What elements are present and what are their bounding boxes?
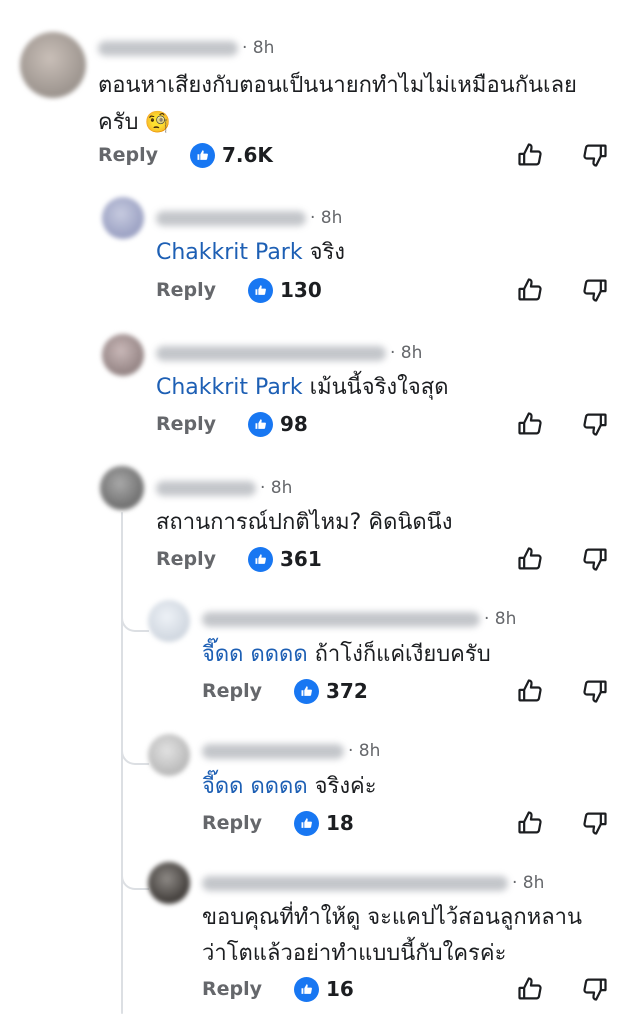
- author-name[interactable]: [156, 210, 306, 226]
- comment-text: ตอนหาเสียงกับตอนเป็นนายกทำไมไม่เหมือนกัน…: [98, 68, 577, 141]
- thumbs-up-badge-icon: [248, 411, 273, 437]
- thumbs-down-outline-icon[interactable]: [581, 276, 609, 304]
- thumbs-up-badge-icon: [248, 277, 273, 303]
- reply-button[interactable]: Reply: [156, 409, 216, 439]
- thread-branch: [121, 870, 149, 890]
- author-name[interactable]: [98, 40, 238, 56]
- monocle-face-emoji: 🧐: [144, 110, 171, 134]
- mention-link[interactable]: จี๊ดด ดดดด: [202, 774, 308, 799]
- thumbs-up-badge-icon: [294, 810, 319, 836]
- thread-branch: [121, 745, 149, 765]
- reply-button[interactable]: Reply: [202, 808, 262, 838]
- thumbs-down-outline-icon[interactable]: [581, 677, 609, 705]
- thumbs-down-outline-icon[interactable]: [581, 975, 609, 1003]
- thumbs-up-badge-icon: [248, 546, 273, 572]
- avatar[interactable]: [102, 197, 144, 239]
- mention-link[interactable]: จี๊ดด ดดดด: [202, 642, 308, 667]
- reply-button[interactable]: Reply: [202, 974, 262, 1004]
- reply-button[interactable]: Reply: [156, 544, 216, 574]
- comment-time[interactable]: · 8h: [260, 478, 292, 498]
- thumbs-down-outline-icon[interactable]: [581, 545, 609, 573]
- thumbs-up-outline-icon[interactable]: [516, 141, 544, 169]
- avatar[interactable]: [20, 32, 86, 98]
- mention-link[interactable]: Chakkrit Park: [156, 375, 303, 400]
- avatar[interactable]: [148, 734, 190, 776]
- thumbs-down-outline-icon[interactable]: [581, 141, 609, 169]
- avatar[interactable]: [100, 466, 144, 510]
- avatar[interactable]: [148, 600, 190, 642]
- comment-text: จี๊ดด ดดดด ถ้าโง่ก็แค่เงียบครับ: [202, 642, 491, 667]
- thumbs-up-outline-icon[interactable]: [516, 677, 544, 705]
- comment-time[interactable]: · 8h: [484, 609, 516, 629]
- comment-text: Chakkrit Park เม้นนี้จริงใจสุด: [156, 375, 449, 400]
- thumbs-up-outline-icon[interactable]: [516, 545, 544, 573]
- reaction-count[interactable]: 16: [294, 974, 354, 1004]
- thumbs-up-badge-icon: [294, 678, 319, 704]
- comment-text: ขอบคุณที่ทำให้ดู จะแคปไว้สอนลูกหลาน ว่าโ…: [202, 905, 583, 966]
- mention-link[interactable]: Chakkrit Park: [156, 240, 303, 265]
- comment-time[interactable]: · 8h: [242, 38, 274, 58]
- author-name[interactable]: [202, 743, 344, 759]
- avatar[interactable]: [102, 334, 144, 376]
- comment-time[interactable]: · 8h: [512, 873, 544, 893]
- reaction-count[interactable]: 7.6K: [190, 140, 273, 170]
- reply-button[interactable]: Reply: [156, 275, 216, 305]
- comment-text: สถานการณ์ปกติไหม? คิดนิดนึง: [156, 510, 453, 535]
- thread-branch: [121, 612, 149, 632]
- comment-time[interactable]: · 8h: [310, 208, 342, 228]
- avatar[interactable]: [148, 862, 190, 904]
- thumbs-up-outline-icon[interactable]: [516, 975, 544, 1003]
- thumbs-up-outline-icon[interactable]: [516, 276, 544, 304]
- comment-time[interactable]: · 8h: [348, 741, 380, 761]
- author-name[interactable]: [202, 875, 508, 891]
- comment-text: จี๊ดด ดดดด จริงค่ะ: [202, 774, 377, 799]
- comment-text: Chakkrit Park จริง: [156, 240, 346, 265]
- author-name[interactable]: [202, 611, 480, 627]
- author-name[interactable]: [156, 480, 256, 496]
- thread-line: [121, 512, 123, 1014]
- comment-time[interactable]: · 8h: [390, 343, 422, 363]
- thumbs-down-outline-icon[interactable]: [581, 410, 609, 438]
- reaction-count[interactable]: 361: [248, 544, 322, 574]
- thumbs-up-outline-icon[interactable]: [516, 410, 544, 438]
- thumbs-down-outline-icon[interactable]: [581, 809, 609, 837]
- reaction-count[interactable]: 18: [294, 808, 354, 838]
- thumbs-up-outline-icon[interactable]: [516, 809, 544, 837]
- reply-button[interactable]: Reply: [98, 140, 158, 170]
- thumbs-up-badge-icon: [294, 976, 319, 1002]
- reaction-count[interactable]: 372: [294, 676, 368, 706]
- reply-button[interactable]: Reply: [202, 676, 262, 706]
- author-name[interactable]: [156, 345, 386, 361]
- thumbs-up-badge-icon: [190, 142, 215, 168]
- reaction-count[interactable]: 130: [248, 275, 322, 305]
- reaction-count[interactable]: 98: [248, 409, 308, 439]
